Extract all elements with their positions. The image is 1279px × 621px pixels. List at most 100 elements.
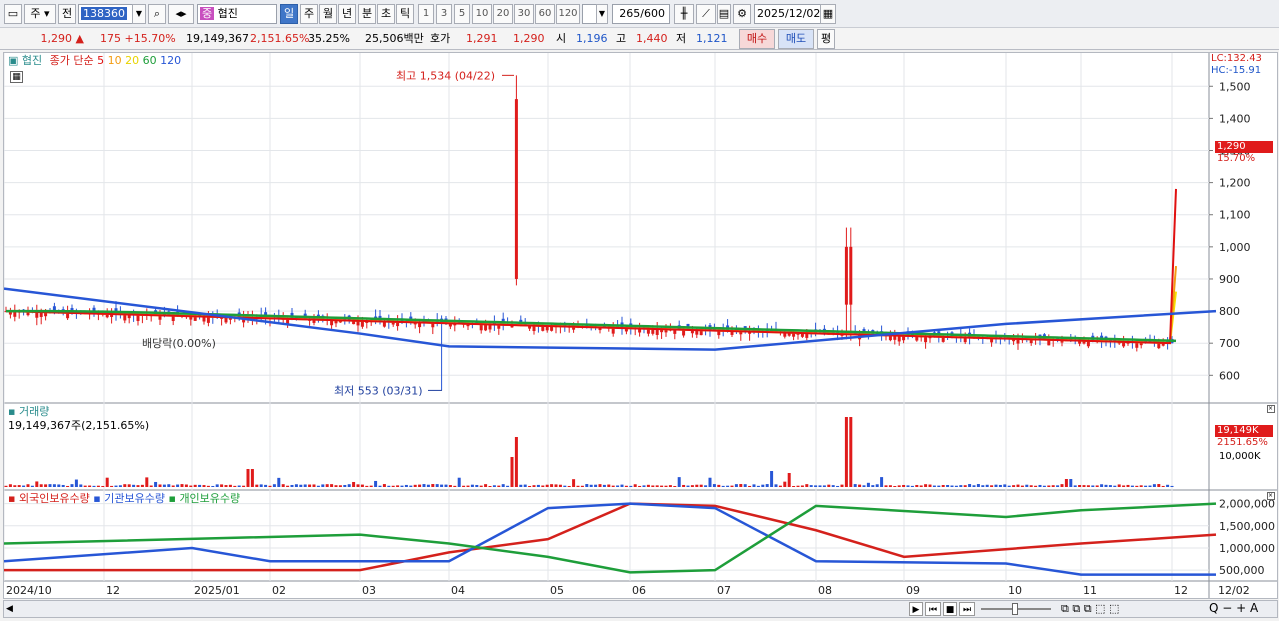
volume-bar (981, 485, 985, 487)
zoom-slider-thumb[interactable] (1012, 603, 1018, 615)
market-select[interactable]: 주 ▾ (24, 4, 56, 24)
volume-bar (946, 484, 950, 487)
x-tick-label: 04 (451, 584, 465, 597)
first-page-icon[interactable]: ⏮ (925, 602, 941, 616)
volume-bar (510, 457, 514, 487)
calendar-icon[interactable]: ▦ (820, 4, 836, 24)
buy-button[interactable]: 매수 (739, 29, 775, 49)
low-label: 저 (676, 32, 687, 45)
volume-bar (805, 484, 809, 487)
eval-button[interactable]: 평 (817, 29, 835, 49)
volume-bar (1060, 484, 1064, 487)
volume-bar (528, 485, 532, 487)
volume-bar (74, 479, 78, 487)
ma-120-label: 120 (160, 54, 182, 67)
period-year-button[interactable]: 년 (338, 4, 356, 24)
volume-bar (968, 484, 972, 487)
volume-bar (1029, 485, 1033, 487)
volume-bar (541, 485, 545, 487)
volume-bar (374, 480, 378, 487)
volume-bar (884, 485, 888, 487)
volume-bar (708, 477, 712, 487)
grid-table-icon[interactable]: ▦ (10, 71, 23, 83)
sell-button[interactable]: 매도 (778, 29, 814, 49)
period-minute-button[interactable]: 분 (358, 4, 376, 24)
search-icon[interactable]: ⌕ (148, 4, 166, 24)
candle-icon[interactable]: ╫ (674, 4, 694, 24)
period-week-button[interactable]: 주 (300, 4, 318, 24)
volume-bar (250, 469, 254, 487)
date-input[interactable]: 2025/12/02 (754, 4, 828, 24)
layout-icons[interactable]: ⧉ ⧉ ⧉ ⬚ ⬚ (1061, 602, 1119, 616)
data-count-field[interactable]: 265/600 (612, 4, 670, 24)
interval-10-button[interactable]: 10 (472, 4, 492, 24)
volume-bar (13, 485, 17, 487)
volume-bar (589, 484, 593, 487)
volume-bar (387, 485, 391, 487)
holding-tick-label: 1,500,000 (1219, 520, 1275, 533)
period-day-button[interactable]: 일 (280, 4, 298, 24)
sound-icon[interactable]: ◂▸ (168, 4, 194, 24)
period-second-button[interactable]: 초 (377, 4, 395, 24)
interval-60-button[interactable]: 60 (535, 4, 555, 24)
bid-price: 1,290 (513, 32, 545, 45)
zoom-controls[interactable]: Q − + A (1209, 601, 1258, 615)
volume-bar (721, 485, 725, 487)
volume-bar (237, 485, 241, 487)
volume-bar (580, 485, 584, 487)
volume-bar (778, 485, 782, 487)
volume-bar (1034, 485, 1038, 487)
volume-bar (620, 484, 624, 487)
volume-bar (655, 485, 659, 487)
scroll-left-icon[interactable]: ◀ (6, 603, 18, 615)
play-icon[interactable]: ▶ (909, 602, 923, 616)
volume-bar (844, 417, 848, 487)
volume-bar (123, 484, 127, 487)
open-price: 1,196 (576, 32, 608, 45)
period-month-button[interactable]: 월 (319, 4, 337, 24)
code-dropdown-icon[interactable]: ▼ (132, 4, 146, 24)
stop-icon[interactable]: ■ (943, 602, 957, 616)
interval-1-button[interactable]: 1 (418, 4, 434, 24)
volume-bar (730, 485, 734, 487)
volume-bar (325, 484, 329, 487)
volume-bar (668, 485, 672, 487)
price-tick-label: 1,500 (1219, 80, 1251, 93)
holding-panel-close-icon[interactable]: × (1267, 492, 1275, 500)
prev-button[interactable]: 전 (58, 4, 76, 24)
interval-20-button[interactable]: 20 (493, 4, 513, 24)
interval-3-button[interactable]: 3 (436, 4, 452, 24)
window-icon[interactable]: ▭ (4, 4, 22, 24)
interval-5-button[interactable]: 5 (454, 4, 470, 24)
volume-bar (624, 485, 628, 487)
volume-bar (426, 484, 430, 487)
price-change: 175 +15.70% (100, 32, 176, 45)
volume-bar (1130, 485, 1134, 487)
volume-tick: 10,000K (1219, 451, 1261, 462)
stock-name-field[interactable]: 중 협진 (197, 4, 277, 24)
bottom-scrollbar[interactable]: ◀ ▶ ⏮ ■ ⏭ ⧉ ⧉ ⧉ ⬚ ⬚ Q − + A (3, 600, 1278, 618)
interval-30-button[interactable]: 30 (514, 4, 534, 24)
volume-bar (501, 484, 505, 487)
last-page-icon[interactable]: ⏭ (959, 602, 975, 616)
x-tick-label: 10 (1008, 584, 1022, 597)
chart-area[interactable]: 2024/10 12 2025/01 02 03 04 05 06 07 08 09 10 11 12 12… (3, 52, 1278, 599)
line-tool-icon[interactable]: ⟋ (696, 4, 716, 24)
current-price-badge: 1,290 (1215, 141, 1273, 153)
volume-bar (1144, 485, 1148, 487)
volume-bar (202, 485, 206, 487)
interval-dropdown-icon[interactable]: ▼ (596, 4, 608, 24)
period-tick-button[interactable]: 틱 (396, 4, 414, 24)
x-tick-label: 12 (1174, 584, 1188, 597)
volume-panel-close-icon[interactable]: × (1267, 405, 1275, 413)
volume-legend: ▪ 거래량 (8, 405, 50, 418)
interval-120-button[interactable]: 120 (556, 4, 580, 24)
gear-icon[interactable]: ⚙ (733, 4, 751, 24)
ask-label: 호가 (430, 32, 451, 45)
save-icon[interactable]: ▤ (717, 4, 731, 24)
volume-bar (976, 484, 980, 487)
foreign-holding-label: ▪ 외국인보유수량 (8, 492, 90, 505)
volume-bar (840, 484, 844, 487)
volume-bar (924, 484, 928, 487)
volume-bar (734, 484, 738, 487)
